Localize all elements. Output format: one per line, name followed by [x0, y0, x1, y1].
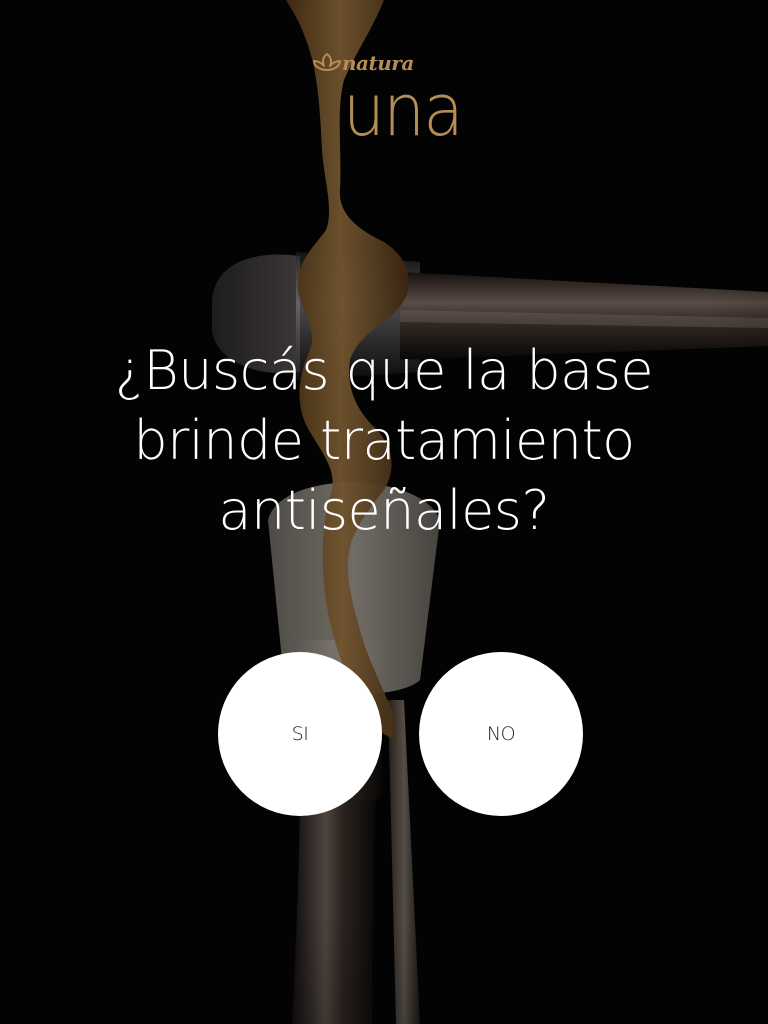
natura-flower-icon: [313, 53, 341, 71]
brand-line: una: [343, 68, 464, 152]
question-line-1: ¿Buscás que la base: [114, 339, 654, 402]
question-line-3: antiseñales?: [218, 479, 550, 542]
quiz-question: ¿Buscás que la base brinde tratamiento a…: [40, 336, 728, 546]
yes-button-label: SI: [291, 723, 309, 745]
no-button[interactable]: NO: [419, 652, 583, 816]
brand-logo: natura una: [0, 48, 768, 152]
question-line-2: brinde tratamiento: [133, 409, 635, 472]
no-button-label: NO: [486, 723, 516, 745]
yes-button[interactable]: SI: [218, 652, 382, 816]
quiz-screen: natura una ¿Buscás que la base brinde tr…: [0, 0, 768, 1024]
